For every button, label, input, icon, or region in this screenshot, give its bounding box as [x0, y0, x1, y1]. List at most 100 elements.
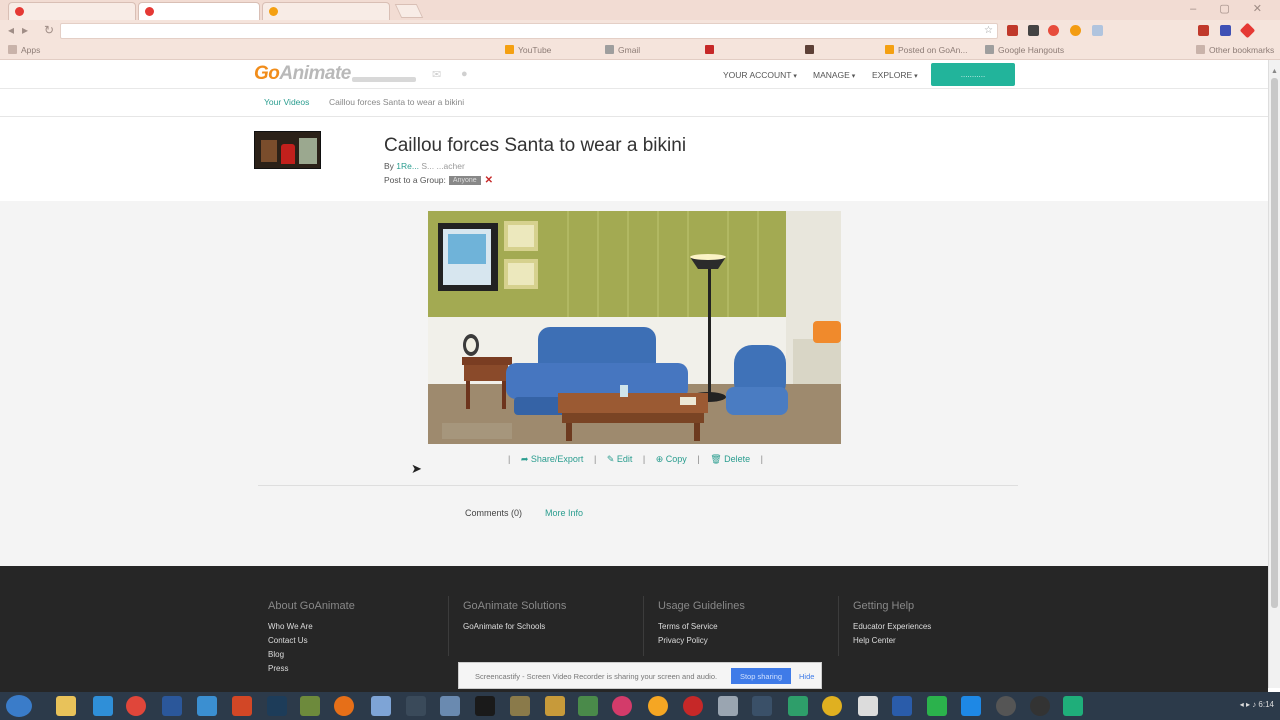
breadcrumb-your-videos[interactable]: Your Videos: [264, 97, 309, 107]
app-icon[interactable]: [300, 696, 320, 716]
app-icon[interactable]: [788, 696, 808, 716]
app-icon[interactable]: [545, 696, 565, 716]
menu-your-account[interactable]: YOUR ACCOUNT: [723, 70, 797, 80]
page-scrollbar[interactable]: ▲: [1268, 60, 1280, 688]
bookmark-hangouts[interactable]: Google Hangouts: [985, 45, 1064, 55]
footer-link-schools[interactable]: GoAnimate for Schools: [463, 622, 566, 631]
tab-comments[interactable]: Comments (0): [465, 508, 522, 518]
app-icon[interactable]: [858, 696, 878, 716]
firefox-icon[interactable]: [334, 696, 354, 716]
video-thumbnail[interactable]: [254, 131, 321, 169]
delete-button[interactable]: 🗑 Delete: [710, 454, 750, 464]
copy-button[interactable]: ⊕ Copy: [656, 454, 687, 464]
stop-sharing-button[interactable]: Stop sharing: [731, 668, 791, 684]
menu-explore[interactable]: EXPLORE: [872, 70, 918, 80]
video-player[interactable]: [428, 211, 841, 444]
menu-manage[interactable]: MANAGE: [813, 70, 855, 80]
bookmark-item[interactable]: [805, 45, 818, 55]
scroll-up-icon[interactable]: ▲: [1271, 68, 1278, 75]
app-icon[interactable]: [718, 696, 738, 716]
app-icon[interactable]: [440, 696, 460, 716]
hide-banner-button[interactable]: Hide: [799, 672, 814, 681]
app-icon[interactable]: [961, 696, 981, 716]
reload-icon[interactable]: ↻: [44, 23, 54, 37]
make-video-button[interactable]: ...........: [931, 63, 1015, 86]
explorer-icon[interactable]: [56, 696, 76, 716]
footer-link-press[interactable]: Press: [268, 664, 355, 673]
site-header: GoAnimate ✉ ● YOUR ACCOUNT MANAGE EXPLOR…: [0, 60, 1268, 89]
back-icon[interactable]: ◂: [8, 23, 14, 37]
browser-tab-active[interactable]: [138, 2, 260, 20]
share-icon: ➦: [520, 454, 531, 464]
system-tray[interactable]: ◂ ▸ ♪ 6:14: [1240, 700, 1274, 709]
app-icon[interactable]: [892, 696, 912, 716]
tab-favicon-icon: [269, 7, 278, 16]
office-icon[interactable]: [232, 696, 252, 716]
extension-icon[interactable]: [1092, 25, 1103, 36]
edit-button[interactable]: ✎ Edit: [607, 454, 633, 464]
footer-link-terms[interactable]: Terms of Service: [658, 622, 745, 631]
mail-icon[interactable]: ✉: [432, 68, 441, 81]
word-icon[interactable]: [162, 696, 182, 716]
extension-icon[interactable]: [1048, 25, 1059, 36]
app-icon[interactable]: [822, 696, 842, 716]
footer-link-contact[interactable]: Contact Us: [268, 636, 355, 645]
bookmark-gmail[interactable]: Gmail: [605, 45, 640, 55]
scrollbar-thumb[interactable]: [1271, 78, 1278, 608]
app-icon[interactable]: [996, 696, 1016, 716]
app-icon[interactable]: [578, 696, 598, 716]
user-icon[interactable]: ●: [461, 68, 468, 80]
extension-icon[interactable]: [1198, 25, 1209, 36]
bookmark-apps[interactable]: Apps: [8, 45, 40, 55]
media-player-icon[interactable]: [648, 696, 668, 716]
extension-icon[interactable]: [1007, 25, 1018, 36]
app-icon[interactable]: [475, 696, 495, 716]
logo-tagline: [352, 77, 416, 82]
footer-link-blog[interactable]: Blog: [268, 650, 355, 659]
footer-link-educator[interactable]: Educator Experiences: [853, 622, 931, 631]
extension-icon[interactable]: [1028, 25, 1039, 36]
tab-more-info[interactable]: More Info: [545, 508, 583, 518]
start-button-icon[interactable]: [6, 695, 32, 717]
app-icon[interactable]: [371, 696, 391, 716]
extension-icon[interactable]: [1220, 25, 1231, 36]
footer-link-who-we-are[interactable]: Who We Are: [268, 622, 355, 631]
window-controls[interactable]: – ▢ ✕: [1190, 2, 1272, 15]
speaker-icon: ◂ ▸ ♪: [1239, 700, 1259, 709]
app-icon[interactable]: [612, 696, 632, 716]
app-icon[interactable]: [267, 696, 287, 716]
app-icon[interactable]: [1063, 696, 1083, 716]
bookmark-star-icon[interactable]: ☆: [984, 25, 993, 36]
bookmark-youtube[interactable]: YouTube: [505, 45, 551, 55]
bookmarks-bar: Apps YouTube Gmail Posted on GoAn... Goo…: [0, 42, 1280, 60]
ie-icon[interactable]: [93, 696, 113, 716]
browser-tab[interactable]: [262, 2, 390, 20]
app-icon[interactable]: [406, 696, 426, 716]
app-icon[interactable]: [752, 696, 772, 716]
video-actions: | ➦ Share/Export | ✎ Edit | ⊕ Copy | 🗑 D…: [508, 454, 763, 464]
footer-heading: About GoAnimate: [268, 600, 355, 612]
address-bar[interactable]: ☆: [60, 23, 998, 39]
app-icon[interactable]: [1030, 696, 1050, 716]
footer-link-help-center[interactable]: Help Center: [853, 636, 931, 645]
author-link[interactable]: 1Re...: [396, 161, 419, 171]
bookmark-other[interactable]: Other bookmarks: [1196, 45, 1274, 55]
mail-icon: [605, 45, 614, 54]
app-icon[interactable]: [197, 696, 217, 716]
browser-tab[interactable]: [8, 2, 136, 20]
recorder-icon[interactable]: [683, 696, 703, 716]
remove-group-icon[interactable]: ✕: [485, 175, 493, 186]
goanimate-logo[interactable]: GoAnimate: [254, 63, 351, 85]
bookmark-goanimate[interactable]: Posted on GoAn...: [885, 45, 967, 55]
bookmark-item[interactable]: [705, 45, 718, 55]
group-select[interactable]: Anyone: [448, 176, 481, 186]
extension-icon[interactable]: [1070, 25, 1081, 36]
new-tab-button[interactable]: [394, 4, 424, 18]
share-export-button[interactable]: ➦ Share/Export: [521, 454, 584, 464]
forward-icon[interactable]: ▸: [22, 23, 28, 37]
app-icon[interactable]: [510, 696, 530, 716]
app-icon[interactable]: [927, 696, 947, 716]
footer-link-privacy[interactable]: Privacy Policy: [658, 636, 745, 645]
footer-separator: [838, 596, 839, 656]
chrome-icon[interactable]: [126, 696, 146, 716]
